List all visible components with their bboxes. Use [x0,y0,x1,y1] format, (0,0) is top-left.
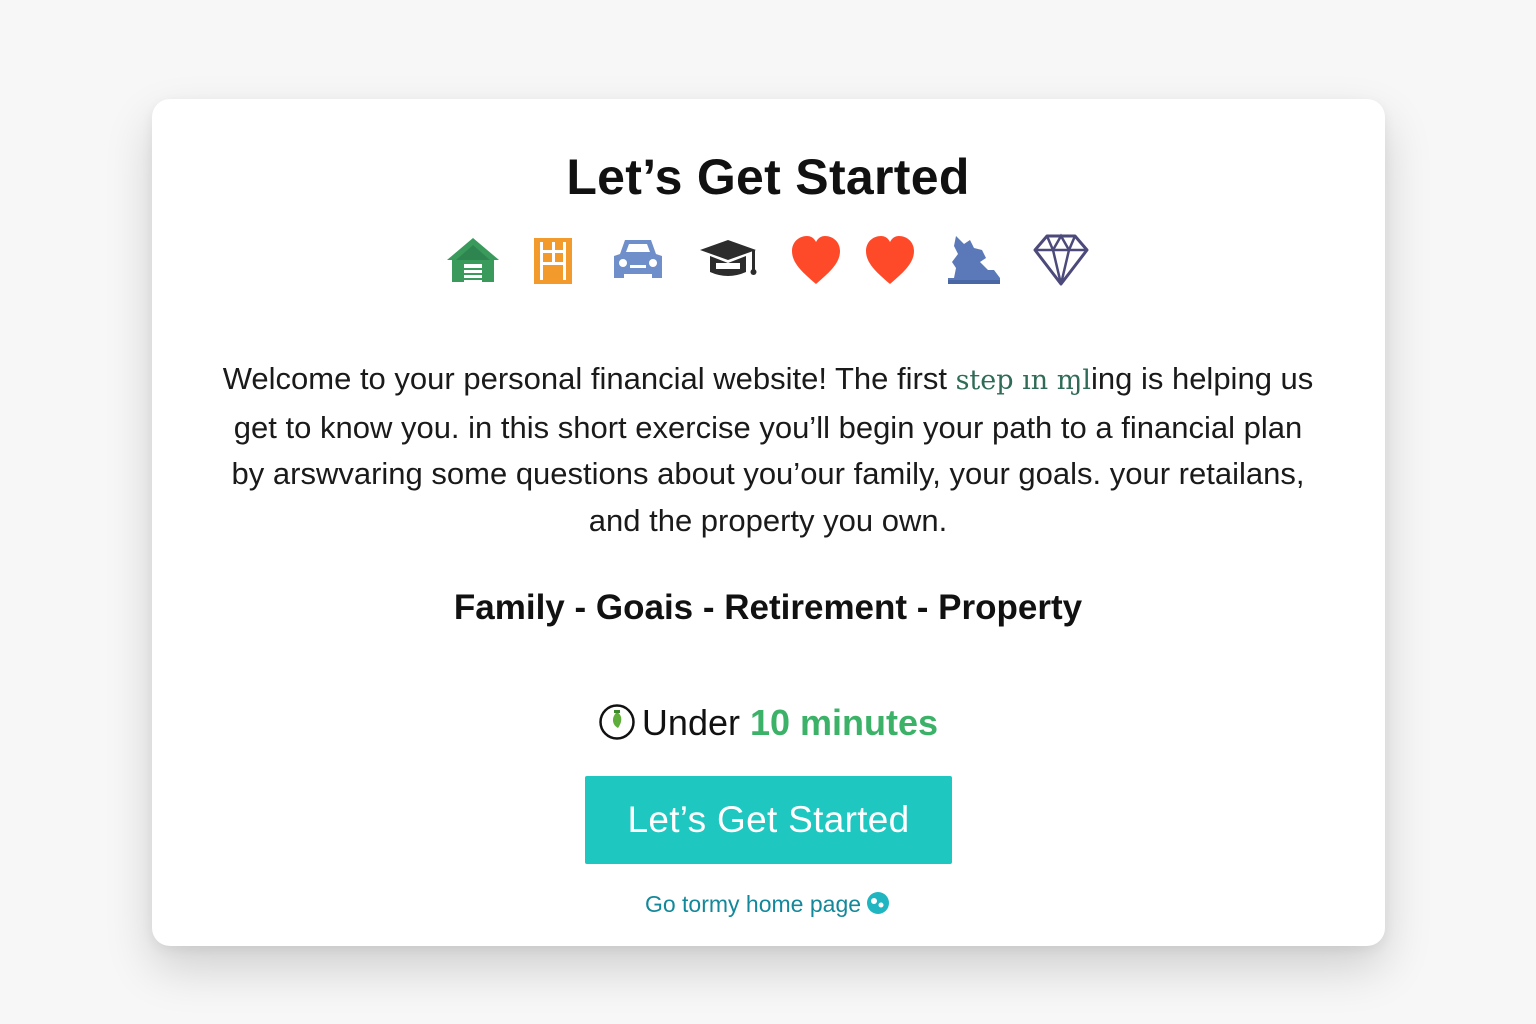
house-icon [443,232,503,288]
get-started-button[interactable]: Let’s Get Started [585,776,952,864]
timer-icon [598,703,636,741]
intro-paragraph: Welcome to your personal financial websi… [215,356,1321,544]
page-title: Let’s Get Started [566,149,970,205]
intro-text-odd: step ın ɱl [955,365,1091,396]
car-icon [608,232,668,288]
heart-icon [860,232,920,288]
time-estimate: Under 10 minutes [0,698,1536,748]
graduation-cap-icon [698,232,758,288]
icon-row [0,232,1536,288]
topics-list: Family - Goais - Retirement - Property [453,588,1083,627]
home-link-label: Go tormy home page [644,891,862,917]
diamond-icon [1031,232,1091,288]
intro-text-part1: Welcome to your personal financial websi… [222,361,956,396]
time-highlight: 10 minutes [750,702,939,743]
heart-icon [786,232,846,288]
door-icon [523,232,583,288]
mountain-figure-icon [944,232,1004,288]
globe-icon [865,890,891,916]
home-page-link[interactable]: Go tormy home page [0,888,1536,920]
page: Let’s Get Started Welcome to your person… [0,0,1536,1024]
time-prefix: Under [641,702,740,743]
